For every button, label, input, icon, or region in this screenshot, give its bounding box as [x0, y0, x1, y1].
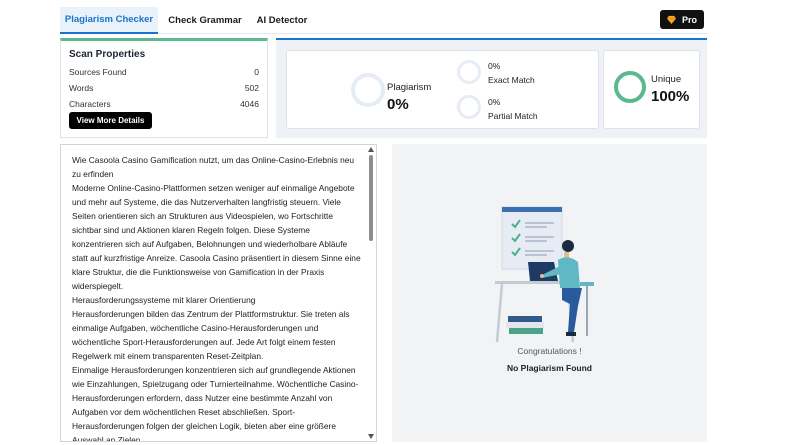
plagiarism-ring [351, 73, 385, 107]
text-paragraph: Einmalige Herausforderungen konzentriere… [72, 365, 359, 442]
scrollbar-thumb[interactable] [369, 155, 373, 241]
no-plagiarism-status: No Plagiarism Found [506, 363, 592, 373]
plagiarism-value: 0% [387, 96, 409, 113]
exact-match-ring [457, 60, 481, 84]
diamond-icon [666, 15, 676, 24]
partial-match-label: Partial Match [488, 111, 538, 121]
results-panel: Plagiarism 0% 0% Exact Match 0% Partial … [276, 38, 707, 138]
prop-label: Words [69, 83, 94, 93]
tab-plagiarism-checker[interactable]: Plagiarism Checker [60, 7, 158, 34]
pro-button[interactable]: Pro [660, 10, 704, 29]
plagiarism-label: Plagiarism [387, 82, 432, 93]
prop-value: 502 [244, 83, 259, 93]
unique-value: 100% [651, 88, 690, 105]
scroll-down-arrow-icon[interactable] [368, 434, 374, 439]
partial-match-value: 0% [488, 97, 501, 107]
text-paragraph: Wie Casoola Casino Gamification nutzt, u… [72, 155, 355, 179]
prop-label: Sources Found [69, 67, 127, 77]
prop-value: 0 [254, 67, 259, 77]
prop-label: Characters [69, 99, 111, 109]
prop-characters: Characters 4046 [69, 99, 259, 109]
congratulations-text: Congratulations ! [517, 346, 582, 356]
prop-words: Words 502 [69, 83, 259, 93]
prop-value: 4046 [240, 99, 259, 109]
text-paragraph: Herausforderungen bilden das Zentrum der… [72, 309, 350, 361]
document-text-area[interactable]: Wie Casoola Casino Gamification nutzt, u… [60, 144, 377, 442]
tab-ai-detector[interactable]: AI Detector [254, 7, 310, 34]
scan-properties-title: Scan Properties [69, 49, 146, 60]
result-illustration-panel: Congratulations ! No Plagiarism Found [392, 144, 707, 442]
text-paragraph: Herausforderungssysteme mit klarer Orien… [72, 295, 256, 305]
partial-match-ring [457, 95, 481, 119]
unique-ring [614, 71, 646, 103]
tab-bar: Plagiarism Checker Check Grammar AI Dete… [60, 7, 707, 34]
document-text: Wie Casoola Casino Gamification nutzt, u… [72, 153, 362, 442]
view-more-details-button[interactable]: View More Details [69, 112, 152, 129]
prop-sources-found: Sources Found 0 [69, 67, 259, 77]
scroll-up-arrow-icon[interactable] [368, 147, 374, 152]
pro-button-label: Pro [681, 14, 697, 25]
exact-match-label: Exact Match [488, 75, 535, 85]
unique-label: Unique [651, 74, 682, 85]
unique-card: Unique 100% [603, 50, 700, 129]
text-paragraph: Moderne Online-Casino-Plattformen setzen… [72, 183, 361, 291]
match-summary-card: Plagiarism 0% 0% Exact Match 0% Partial … [286, 50, 599, 129]
exact-match-value: 0% [488, 61, 501, 71]
plagiarism-checker-app: Plagiarism Checker Check Grammar AI Dete… [0, 0, 803, 445]
tab-check-grammar[interactable]: Check Grammar [165, 7, 245, 34]
person-at-desk-illustration [495, 206, 594, 343]
scan-properties-panel: Scan Properties Sources Found 0 Words 50… [60, 38, 268, 138]
